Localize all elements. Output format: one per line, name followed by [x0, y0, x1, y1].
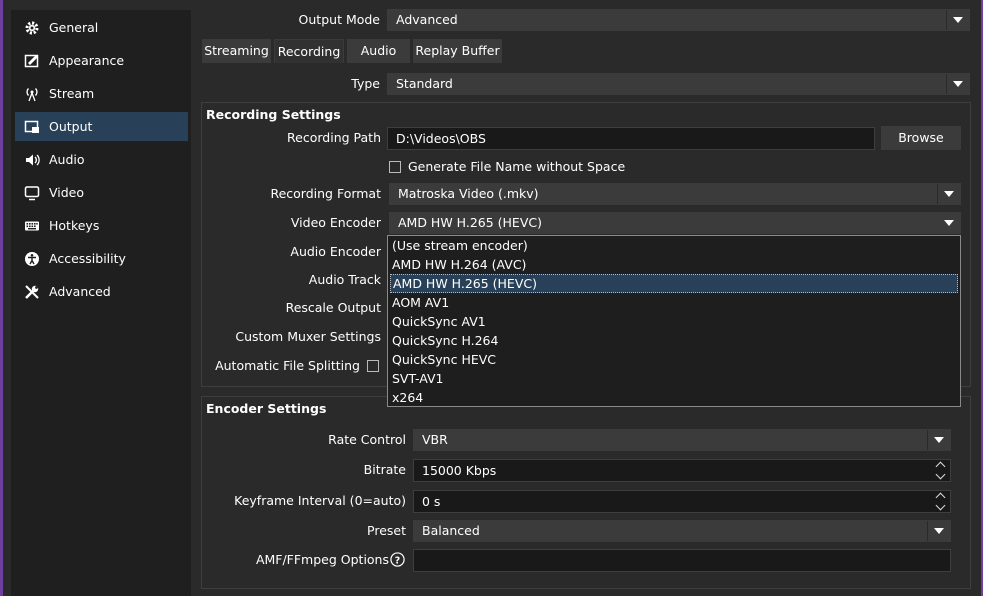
output-mode-select[interactable]: Advanced	[387, 9, 970, 31]
preset-value: Balanced	[422, 523, 480, 538]
monitor-icon	[23, 184, 41, 202]
svg-text:?: ?	[395, 555, 400, 566]
tab-recording[interactable]: Recording	[274, 39, 344, 63]
chevron-down-icon	[938, 213, 960, 233]
keyframe-interval-label: Keyframe Interval (0=auto)	[234, 493, 406, 508]
auto-split-label: Automatic File Splitting	[215, 358, 360, 373]
window-border-left	[0, 0, 3, 596]
type-label: Type	[351, 76, 380, 91]
recording-path-label: Recording Path	[287, 130, 381, 145]
audio-track-label: Audio Track	[308, 272, 381, 287]
sidebar-item-label: Video	[49, 185, 85, 200]
dropdown-option[interactable]: AMD HW H.264 (AVC)	[390, 255, 958, 274]
dropdown-option[interactable]: QuickSync H.264	[390, 331, 958, 350]
recording-format-label: Recording Format	[270, 186, 381, 201]
type-value: Standard	[396, 76, 453, 91]
keyboard-icon	[23, 217, 41, 235]
video-encoder-label: Video Encoder	[290, 215, 381, 230]
video-encoder-dropdown-list: (Use stream encoder) AMD HW H.264 (AVC) …	[387, 235, 961, 407]
sidebar-item-hotkeys[interactable]: Hotkeys	[15, 211, 188, 240]
help-icon[interactable]: ?	[390, 552, 405, 567]
generate-file-name-checkbox[interactable]	[389, 161, 401, 173]
browse-button[interactable]: Browse	[881, 126, 961, 150]
bitrate-label: Bitrate	[363, 462, 406, 477]
sidebar-item-accessibility[interactable]: Accessibility	[15, 244, 188, 273]
sidebar-item-label: Appearance	[49, 53, 125, 68]
custom-muxer-label: Custom Muxer Settings	[235, 329, 381, 344]
dropdown-option[interactable]: AOM AV1	[390, 293, 958, 312]
dropdown-option[interactable]: QuickSync HEVC	[390, 350, 958, 369]
video-encoder-value: AMD HW H.265 (HEVC)	[398, 215, 542, 230]
sidebar-item-label: Output	[49, 119, 93, 134]
wrench-icon	[23, 283, 41, 301]
sidebar-item-label: Audio	[49, 152, 85, 167]
dropdown-option[interactable]: (Use stream encoder)	[390, 236, 958, 255]
chevron-down-icon	[946, 74, 969, 94]
tab-audio[interactable]: Audio	[347, 39, 410, 63]
bitrate-spinbox[interactable]: 15000 Kbps	[413, 459, 951, 482]
dropdown-option-selected[interactable]: AMD HW H.265 (HEVC)	[390, 274, 958, 293]
preset-select[interactable]: Balanced	[413, 520, 951, 542]
spin-arrows-icon[interactable]	[935, 492, 946, 511]
sidebar-item-audio[interactable]: Audio	[15, 145, 188, 174]
gear-icon	[23, 19, 41, 37]
rate-control-label: Rate Control	[328, 432, 406, 447]
recording-format-value: Matroska Video (.mkv)	[398, 186, 539, 201]
audio-encoder-label: Audio Encoder	[290, 244, 381, 259]
sidebar-item-label: General	[49, 20, 99, 35]
recording-settings-title: Recording Settings	[206, 107, 341, 122]
speaker-icon	[23, 151, 41, 169]
sidebar-item-label: Accessibility	[49, 251, 126, 266]
sidebar-item-general[interactable]: General	[15, 13, 188, 42]
sidebar-item-advanced[interactable]: Advanced	[15, 277, 188, 306]
chevron-down-icon	[946, 10, 969, 30]
amf-options-input[interactable]	[413, 549, 951, 572]
output-mode-value: Advanced	[396, 12, 458, 27]
rescale-output-label: Rescale Output	[285, 300, 381, 315]
output-icon	[23, 118, 41, 136]
output-mode-label: Output Mode	[298, 12, 380, 27]
accessibility-icon	[23, 250, 41, 268]
video-encoder-select[interactable]: AMD HW H.265 (HEVC)	[389, 212, 961, 234]
generate-file-name-label: Generate File Name without Space	[408, 159, 626, 174]
keyframe-interval-value: 0 s	[422, 494, 441, 509]
dropdown-option[interactable]: SVT-AV1	[390, 369, 958, 388]
sidebar-item-appearance[interactable]: Appearance	[15, 46, 188, 75]
sidebar-item-stream[interactable]: Stream	[15, 79, 188, 108]
type-select[interactable]: Standard	[387, 73, 970, 95]
settings-sidebar: General Appearance Stream Output Audio V…	[11, 10, 191, 596]
chevron-down-icon	[937, 184, 960, 204]
sidebar-item-output[interactable]: Output	[15, 112, 188, 141]
antenna-icon	[23, 85, 41, 103]
tab-streaming[interactable]: Streaming	[202, 39, 271, 63]
chevron-down-icon	[927, 430, 950, 450]
encoder-settings-title: Encoder Settings	[206, 401, 327, 416]
dropdown-option[interactable]: x264	[390, 388, 958, 407]
rate-control-value: VBR	[422, 432, 448, 447]
sidebar-item-video[interactable]: Video	[15, 178, 188, 207]
sidebar-item-label: Advanced	[49, 284, 111, 299]
dropdown-option[interactable]: QuickSync AV1	[390, 312, 958, 331]
amf-options-label: AMF/FFmpeg Options	[255, 552, 389, 567]
preset-label: Preset	[367, 523, 406, 538]
sidebar-item-label: Stream	[49, 86, 95, 101]
auto-split-checkbox[interactable]	[367, 360, 379, 372]
recording-path-input[interactable]: D:\Videos\OBS	[387, 127, 875, 150]
recording-format-select[interactable]: Matroska Video (.mkv)	[389, 183, 961, 205]
chevron-down-icon	[927, 521, 950, 541]
tab-replay-buffer[interactable]: Replay Buffer	[413, 39, 502, 63]
sidebar-item-label: Hotkeys	[49, 218, 100, 233]
keyframe-interval-spinbox[interactable]: 0 s	[413, 490, 951, 513]
bitrate-value: 15000 Kbps	[422, 463, 497, 478]
spin-arrows-icon[interactable]	[935, 461, 946, 480]
appearance-icon	[23, 52, 41, 70]
rate-control-select[interactable]: VBR	[413, 429, 951, 451]
